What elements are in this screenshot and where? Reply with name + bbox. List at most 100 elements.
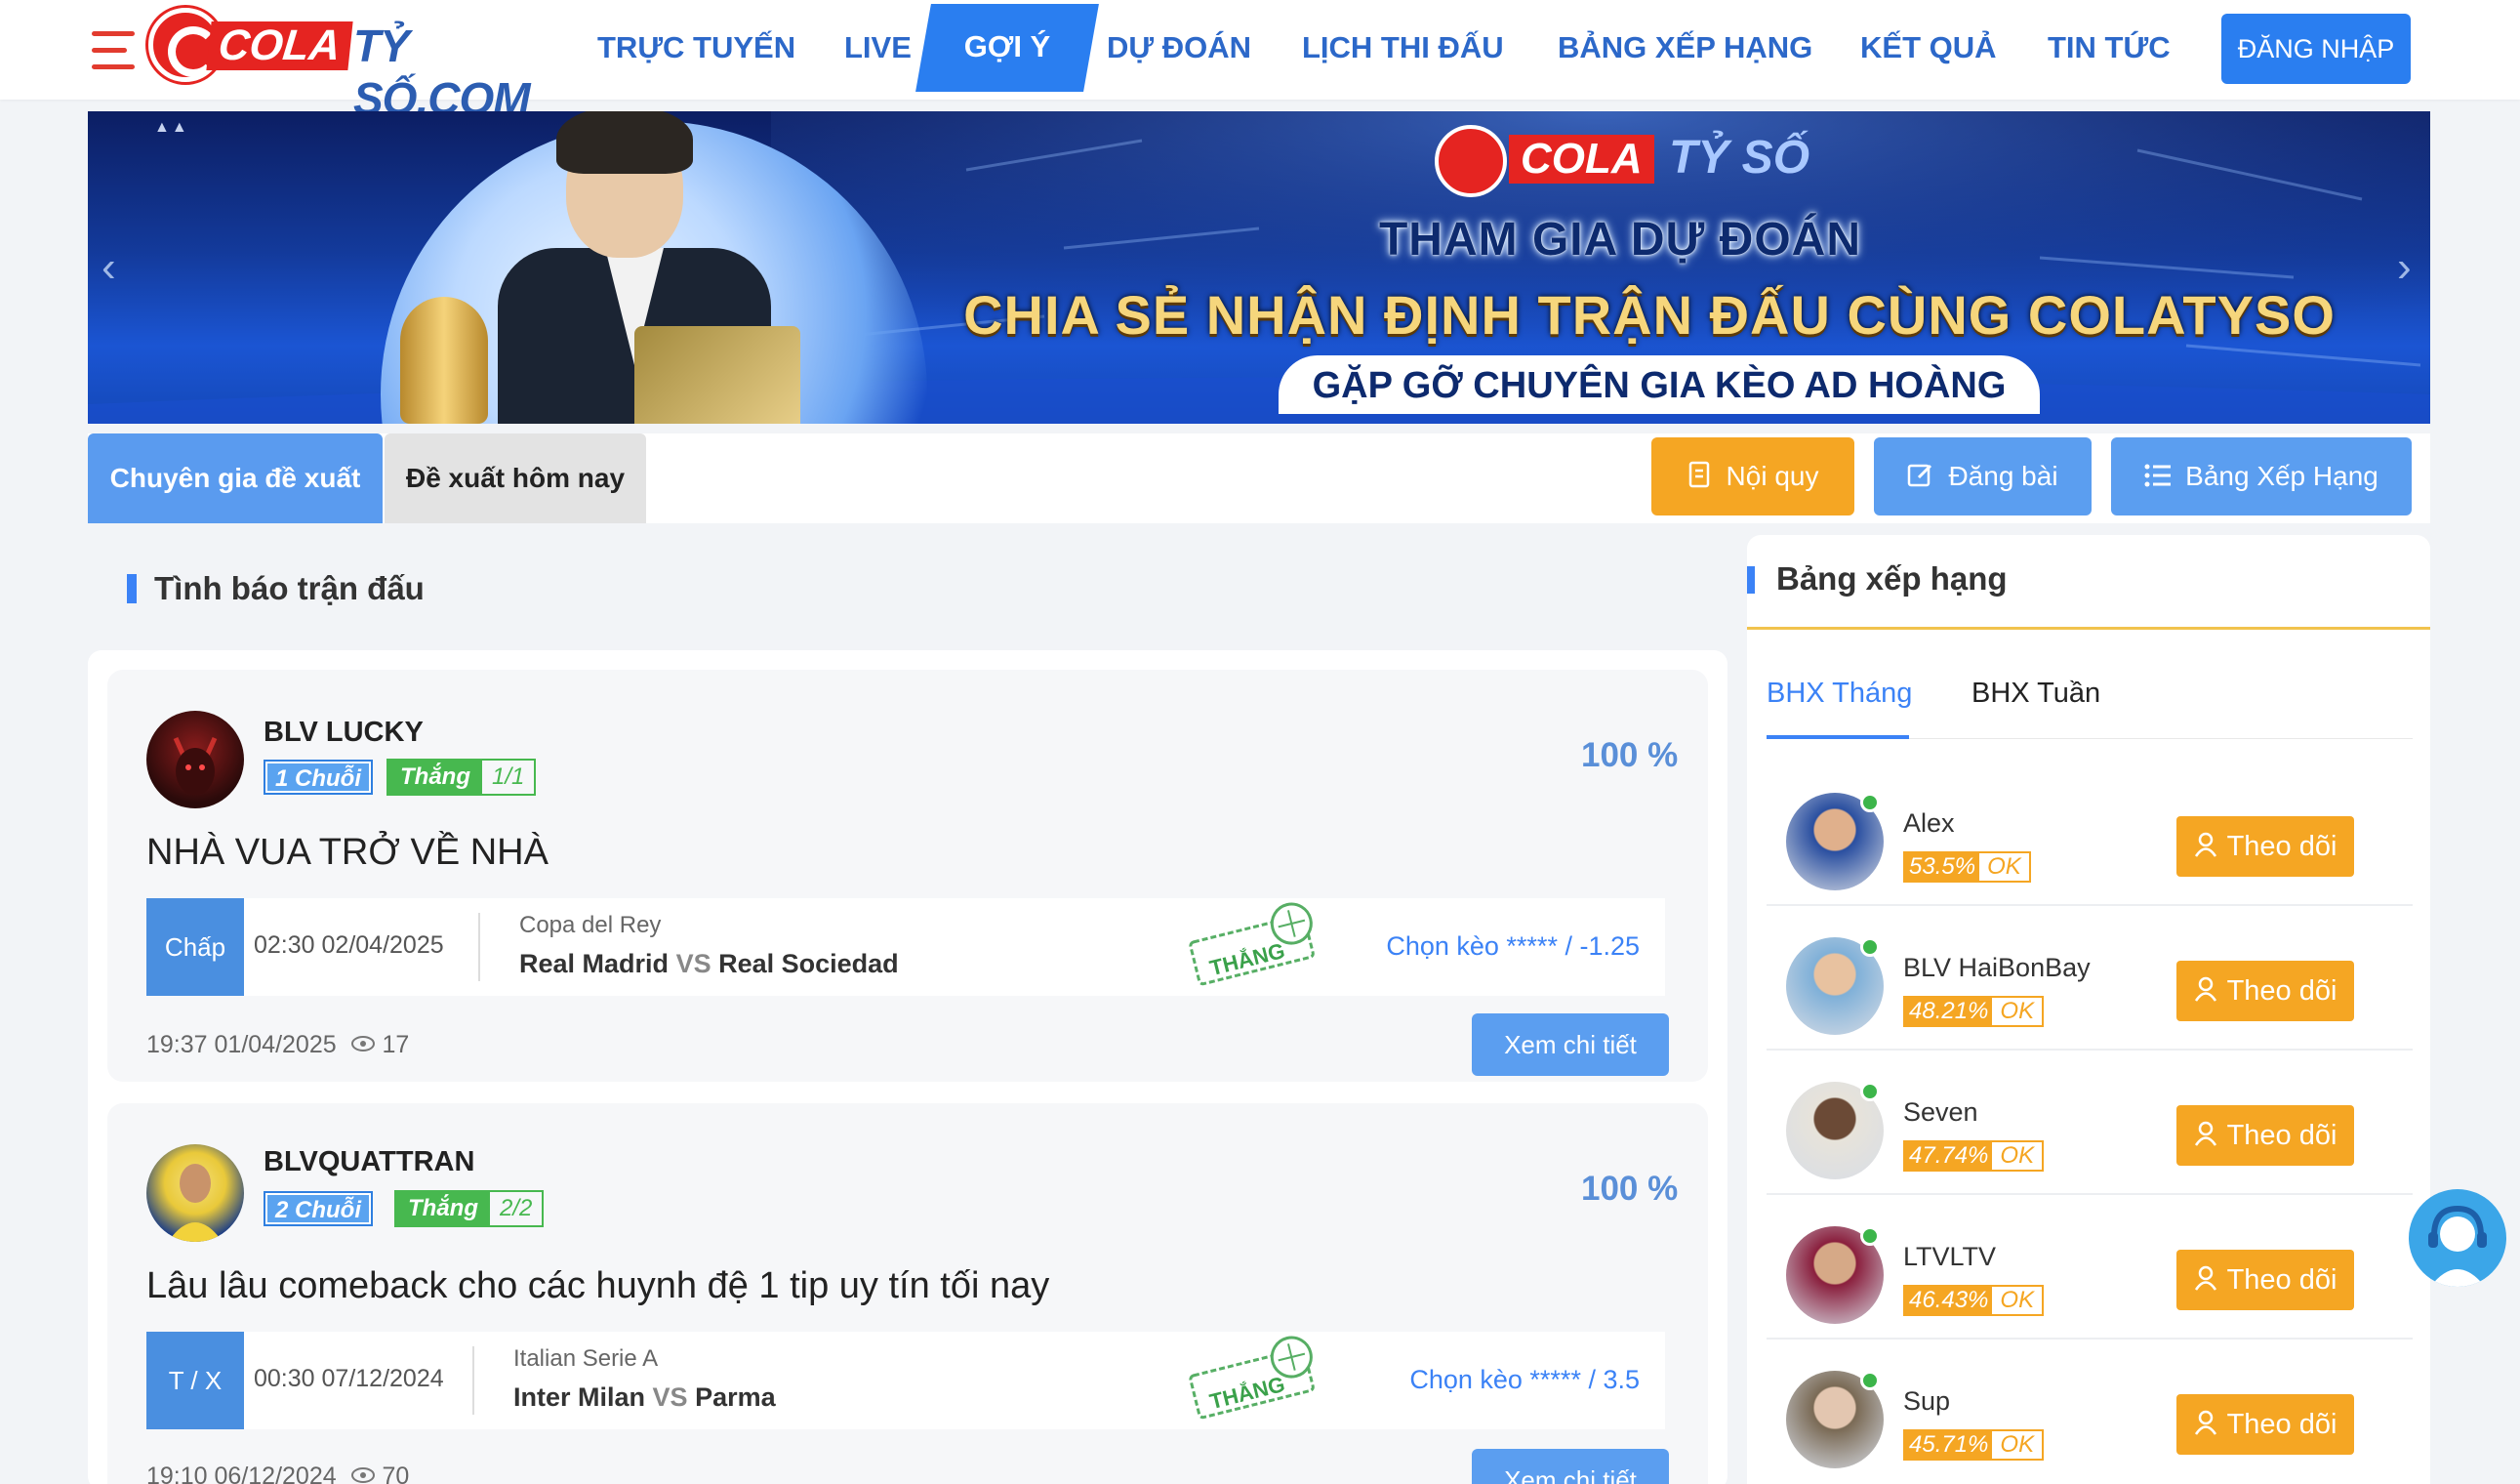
win-percent: 100 % [1581,1170,1679,1208]
menu-icon[interactable] [92,31,135,70]
streak-badge: 1 Chuỗi [264,760,373,795]
banner-logo-icon [1435,125,1507,197]
author-avatar[interactable] [146,1144,244,1242]
banner-dots-icon: ▲▲ [154,119,189,136]
follow-button[interactable]: Theo dõi [2176,1394,2354,1455]
follow-button[interactable]: Theo dõi [2176,1250,2354,1310]
match-teams: Real Madrid VS Real Sociedad [519,949,899,978]
banner-heading: THAM GIA DỰ ĐOÁN [1378,214,1861,266]
tabs-bar: Chuyên gia đề xuất Đề xuất hôm nay Nội q… [88,433,2430,523]
win-percent: 100 % [1581,736,1679,774]
author-name[interactable]: BLVQUATTRAN [264,1146,474,1178]
player-avatar-icon [168,1164,223,1242]
eye-icon [350,1036,375,1052]
post-meta: 19:10 06/12/2024 70 [146,1463,410,1484]
ranker-name[interactable]: Seven [1903,1097,1978,1128]
post-label: Đăng bài [1948,461,2058,491]
nav-goi-y[interactable]: GỢI Ý [923,4,1091,92]
league-name: Copa del Rey [519,912,662,938]
user-icon [2194,1266,2216,1292]
ranking-row: Seven 47.74% OK Theo dõi [1767,1051,2413,1195]
ranker-name[interactable]: Alex [1903,808,1955,839]
ranker-stat-badge: 48.21% OK [1903,996,2045,1027]
ranker-stat-badge: 46.43% OK [1903,1285,2045,1316]
tab-ranking-week[interactable]: BHX Tuần [1971,678,2100,710]
rules-label: Nội quy [1726,461,1819,491]
ranker-name[interactable]: BLV HaiBonBay [1903,953,2091,983]
match-box[interactable]: Chấp 02:30 02/04/2025 Copa del Rey Real … [146,898,1665,996]
list-icon [2144,464,2172,487]
ranking-button[interactable]: Bảng Xếp Hạng [2111,437,2412,515]
person-hair-graphic [556,111,693,174]
nav-live[interactable]: LIVE [844,0,912,100]
devil-avatar-icon [173,736,218,795]
ranking-title: Bảng xếp hạng [1776,560,2008,597]
post-button[interactable]: Đăng bài [1874,437,2092,515]
follow-button[interactable]: Theo dõi [2176,1105,2354,1166]
rules-button[interactable]: Nội quy [1651,437,1854,515]
online-status-icon [1860,1082,1880,1101]
win-stamp-icon: THẮNG [1189,902,1315,986]
view-detail-button[interactable]: Xem chi tiết [1472,1013,1669,1076]
ranking-tab-underline [1767,735,1909,739]
win-badge: Thắng 2/2 [394,1190,545,1227]
edit-icon [1908,464,1932,486]
view-detail-button[interactable]: Xem chi tiết [1472,1449,1669,1484]
tab-expert-suggestions[interactable]: Chuyên gia đề xuất [88,433,383,523]
user-icon [2194,977,2216,1003]
headset-icon [2428,1205,2487,1287]
banner-next-icon[interactable]: › [2397,246,2426,289]
ranker-stat-badge: 45.71% OK [1903,1429,2045,1461]
follow-label: Theo dõi [2226,831,2337,862]
follow-button[interactable]: Theo dõi [2176,961,2354,1021]
follow-label: Theo dõi [2226,975,2337,1007]
banner-prev-icon[interactable]: ‹ [102,246,131,289]
banner-subtitle: GẶP GỠ CHUYÊN GIA KÈO AD HOÀNG ĐỨC [1279,355,2040,414]
pick-text: Chọn kèo ***** / -1.25 [1386,931,1640,961]
support-chat-icon[interactable] [2409,1189,2506,1287]
post-title[interactable]: Lâu lâu comeback cho các huynh đệ 1 tip … [146,1265,1049,1307]
divider [472,1346,474,1415]
banner-slogan: CHIA SẺ NHẬN ĐỊNH TRẬN ĐẤU CÙNG COLATYSO [963,284,2336,346]
nav-truc-tuyen[interactable]: TRỰC TUYẾN [597,0,795,100]
banner-logo-tyso: TỶ SỐ [1669,132,1810,184]
author-name[interactable]: BLV LUCKY [264,717,424,749]
user-icon [2194,833,2216,858]
top-header: COLA TỶ SỐ.COM TRỰC TUYẾN LIVE GỢI Ý DỰ … [0,0,2520,124]
ranker-name[interactable]: LTVLTV [1903,1242,1996,1272]
post-title[interactable]: NHÀ VUA TRỞ VỀ NHÀ [146,832,549,874]
post-card: BLVQUATTRAN 2 Chuỗi Thắng 2/2 100 % Lâu l… [107,1103,1708,1484]
follow-label: Theo dõi [2226,1120,2337,1151]
logo-tyso-text: TỶ SỐ.COM [353,21,531,124]
ranking-row: LTVLTV 46.43% OK Theo dõi [1767,1195,2413,1340]
user-icon [2194,1411,2216,1436]
ranker-name[interactable]: Sup [1903,1386,1950,1417]
online-status-icon [1860,1371,1880,1390]
match-time: 00:30 07/12/2024 [254,1365,444,1392]
bet-type-badge: T / X [146,1332,244,1429]
match-box[interactable]: T / X 00:30 07/12/2024 Italian Serie A I… [146,1332,1665,1429]
pick-text: Chọn kèo ***** / 3.5 [1409,1365,1640,1394]
tab-today-suggestions[interactable]: Đề xuất hôm nay [385,433,646,523]
match-teams: Inter Milan VS Parma [513,1382,776,1412]
site-logo[interactable]: COLA TỶ SỐ.COM [148,4,558,124]
document-icon [1688,461,1709,487]
money-stack-graphic [634,326,800,424]
bet-type-badge: Chấp [146,898,244,996]
league-name: Italian Serie A [513,1345,659,1372]
nav-lich-thi-dau[interactable]: LỊCH THI ĐẤU [1302,0,1504,100]
promo-banner[interactable]: COLA TỶ SỐ THAM GIA DỰ ĐOÁN CHIA SẺ NHẬN… [88,111,2430,424]
section-title: Tình báo trận đấu [154,570,425,606]
author-avatar[interactable] [146,711,244,808]
follow-button[interactable]: Theo dõi [2176,816,2354,877]
tab-ranking-month[interactable]: BHX Tháng [1767,678,1912,710]
nav-tin-tuc[interactable]: TIN TỨC [2048,0,2171,100]
user-icon [2194,1122,2216,1147]
ranking-divider [1747,627,2430,630]
nav-du-doan[interactable]: DỰ ĐOÁN [1107,0,1251,100]
nav-ket-qua[interactable]: KẾT QUẢ [1860,0,1997,100]
nav-bang-xep-hang[interactable]: BẢNG XẾP HẠNG [1558,0,1812,100]
login-button[interactable]: ĐĂNG NHẬP [2221,14,2411,84]
post-meta: 19:37 01/04/2025 17 [146,1031,410,1058]
ranking-row: Sup 45.71% OK Theo dõi [1767,1340,2413,1484]
